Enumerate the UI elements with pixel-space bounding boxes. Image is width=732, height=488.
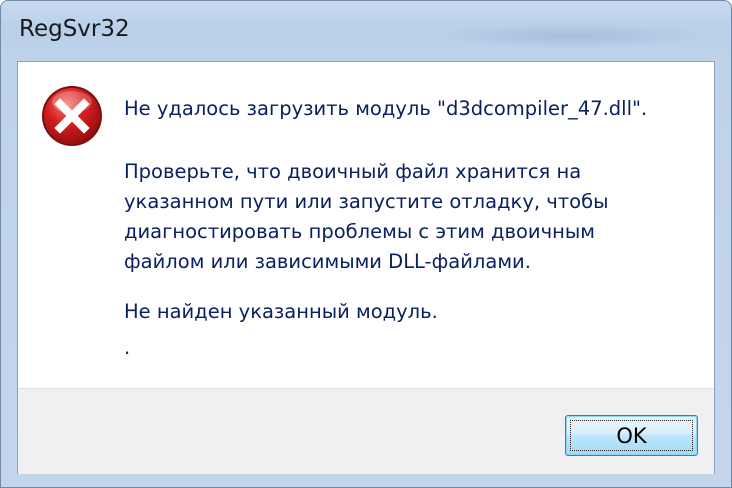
message-line: указанном пути или запустите отладку, чт…: [124, 190, 609, 213]
message-line: файлом или зависимыми DLL-файлами.: [124, 250, 531, 273]
ok-button[interactable]: OK: [565, 415, 698, 456]
ok-button-label: OK: [616, 423, 647, 448]
message-line: Проверьте, что двоичный файл хранится на: [124, 160, 582, 183]
error-message-paragraph: Проверьте, что двоичный файл хранится на…: [124, 157, 609, 277]
trailing-text: .: [124, 336, 131, 359]
window-title: RegSvr32: [19, 16, 130, 42]
error-icon: [42, 86, 102, 146]
error-message-title: Не удалось загрузить модуль "d3dcompiler…: [124, 97, 648, 120]
dialog-window: RegSvr32 Не удалось загрузить модуль "d3…: [0, 0, 732, 488]
error-detail: Не найден указанный модуль.: [124, 300, 438, 323]
dialog-client-area: Не удалось загрузить модуль "d3dcompiler…: [17, 61, 715, 474]
message-area: Не удалось загрузить модуль "d3dcompiler…: [18, 62, 714, 388]
titlebar-glow: [441, 23, 701, 49]
message-line: диагностировать проблемы с этим двоичным: [124, 220, 595, 243]
